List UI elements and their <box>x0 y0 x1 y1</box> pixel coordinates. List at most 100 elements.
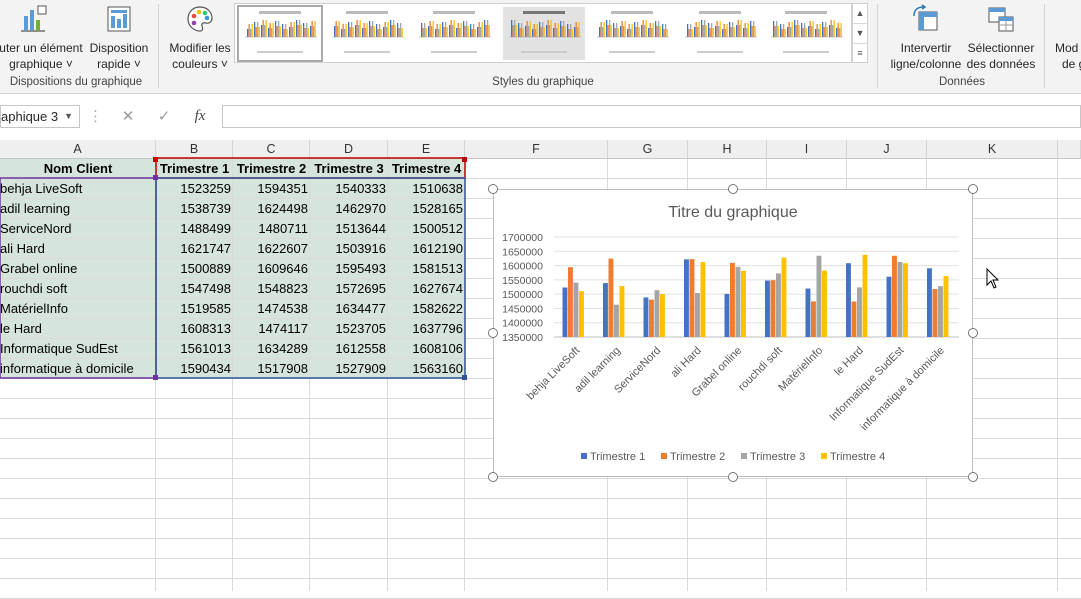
add-chart-element-button[interactable]: uter un élément graphique ˅ <box>0 4 86 72</box>
select-data-button[interactable]: Sélectionner des données <box>964 4 1038 72</box>
bar-trimestre-3[interactable] <box>735 266 741 337</box>
bar-trimestre-4[interactable] <box>579 291 584 337</box>
legend-label: Trimestre 3 <box>750 451 805 463</box>
ribbon: uter un élément graphique ˅ Disposition … <box>0 0 1081 94</box>
bar-trimestre-1[interactable] <box>927 268 932 337</box>
change-colors-button[interactable]: Modifier les couleurs ˅ <box>164 4 236 72</box>
bar-trimestre-4[interactable] <box>619 286 625 337</box>
enter-icon[interactable]: ✓ <box>146 105 182 128</box>
gallery-more-icon[interactable]: ≡ <box>853 44 867 64</box>
y-tick-label: 1700000 <box>502 232 543 244</box>
x-category-label: behja LiveSoft <box>525 345 583 403</box>
bar-trimestre-2[interactable] <box>689 259 695 337</box>
switch-row-column-button[interactable]: Intervertir ligne/colonne <box>886 4 966 72</box>
resize-handle[interactable] <box>968 184 978 194</box>
bar-trimestre-4[interactable] <box>700 262 706 337</box>
bar-trimestre-3[interactable] <box>573 282 579 337</box>
select-data-label-1: Sélectionner <box>967 41 1035 55</box>
bar-trimestre-3[interactable] <box>776 273 781 337</box>
change-colors-label-2: couleurs ˅ <box>172 57 228 71</box>
chart-style-thumbnail <box>419 11 491 53</box>
legend-entry[interactable]: Trimestre 2 <box>661 451 725 463</box>
chart-style-thumbnail <box>245 11 317 53</box>
legend-entry[interactable]: Trimestre 4 <box>821 451 885 463</box>
chart-style-7[interactable] <box>765 7 847 60</box>
bar-trimestre-3[interactable] <box>654 290 660 337</box>
bar-trimestre-3[interactable] <box>897 261 903 337</box>
x-category-label: ali Hard <box>669 345 704 380</box>
bar-trimestre-3[interactable] <box>857 287 862 337</box>
change-chart-type-icon <box>1050 4 1081 40</box>
column-chart[interactable]: Titre du graphique 1700000 1650000 1600000 1… <box>494 190 972 476</box>
legend-entry[interactable]: Trimestre 3 <box>741 451 805 463</box>
bar-trimestre-2[interactable] <box>811 301 816 337</box>
bar-trimestre-1[interactable] <box>805 288 811 337</box>
formula-input[interactable] <box>222 105 1081 128</box>
gallery-up-icon[interactable]: ▲ <box>853 4 867 24</box>
x-category-label: Informatique SudEst <box>827 345 906 424</box>
cancel-icon[interactable]: ✕ <box>110 105 146 128</box>
bar-trimestre-4[interactable] <box>903 263 908 337</box>
bar-trimestre-4[interactable] <box>741 270 746 337</box>
bar-trimestre-1[interactable] <box>643 297 649 337</box>
chart-style-2[interactable] <box>326 7 408 60</box>
resize-handle[interactable] <box>488 328 498 338</box>
bar-trimestre-4[interactable] <box>660 293 665 337</box>
group-label-data: Données <box>938 76 986 88</box>
bar-trimestre-3[interactable] <box>695 293 700 337</box>
quick-layout-label-2: rapide ˅ <box>97 57 141 71</box>
ribbon-separator <box>877 4 878 88</box>
bar-trimestre-2[interactable] <box>851 301 857 337</box>
bar-trimestre-2[interactable] <box>568 267 573 337</box>
bar-trimestre-1[interactable] <box>684 259 689 337</box>
bar-trimestre-4[interactable] <box>822 270 827 337</box>
bar-trimestre-1[interactable] <box>765 280 770 337</box>
bar-trimestre-1[interactable] <box>724 293 730 337</box>
chevron-down-icon[interactable]: ▼ <box>64 106 73 127</box>
legend-swatch <box>821 453 827 459</box>
legend-label: Trimestre 2 <box>670 451 725 463</box>
resize-handle[interactable] <box>488 472 498 482</box>
switch-row-column-label-2: ligne/colonne <box>890 57 962 71</box>
bar-trimestre-1[interactable] <box>886 276 892 337</box>
bar-trimestre-4[interactable] <box>862 254 868 337</box>
legend-entry[interactable]: Trimestre 1 <box>581 451 645 463</box>
bar-trimestre-1[interactable] <box>846 263 851 337</box>
chart-style-6[interactable] <box>679 7 761 60</box>
quick-layout-button[interactable]: Disposition rapide ˅ <box>86 4 152 72</box>
resize-handle[interactable] <box>968 328 978 338</box>
chart-title[interactable]: Titre du graphique <box>668 204 797 221</box>
bar-trimestre-1[interactable] <box>603 283 608 337</box>
bar-trimestre-2[interactable] <box>932 289 938 337</box>
bar-trimestre-4[interactable] <box>943 276 949 337</box>
bar-trimestre-2[interactable] <box>892 255 897 337</box>
bar-trimestre-1[interactable] <box>562 287 568 337</box>
quick-layout-label-1: Disposition <box>89 41 149 55</box>
change-chart-type-label-1: Mod <box>1055 41 1079 55</box>
chart-style-5[interactable] <box>591 7 673 60</box>
gallery-down-icon[interactable]: ▼ <box>853 24 867 44</box>
chart-style-4[interactable] <box>503 7 585 60</box>
bar-trimestre-2[interactable] <box>770 280 776 337</box>
bar-trimestre-3[interactable] <box>614 304 619 337</box>
y-tick-label: 1400000 <box>502 318 543 330</box>
resize-handle[interactable] <box>488 184 498 194</box>
resize-handle[interactable] <box>728 472 738 482</box>
chart-style-1[interactable] <box>237 5 323 62</box>
bar-trimestre-3[interactable] <box>816 255 822 337</box>
resize-handle[interactable] <box>728 184 738 194</box>
bar-trimestre-2[interactable] <box>608 258 614 337</box>
name-box[interactable]: aphique 3 ▼ <box>0 105 80 128</box>
y-tick-label: 1500000 <box>502 289 543 301</box>
chart-style-thumbnail <box>597 11 669 53</box>
bar-trimestre-2[interactable] <box>649 299 654 337</box>
add-chart-element-label-1: uter un élément <box>0 41 83 55</box>
resize-handle[interactable] <box>968 472 978 482</box>
bar-trimestre-4[interactable] <box>781 257 787 337</box>
bar-trimestre-3[interactable] <box>938 286 943 337</box>
insert-function-icon[interactable]: fx <box>182 105 218 128</box>
bar-trimestre-2[interactable] <box>730 262 735 337</box>
chart-style-3[interactable] <box>413 7 495 60</box>
change-chart-type-button[interactable]: Mod de g <box>1050 4 1081 72</box>
chart-object[interactable]: Titre du graphique 1700000 1650000 1600000 1… <box>493 189 973 477</box>
